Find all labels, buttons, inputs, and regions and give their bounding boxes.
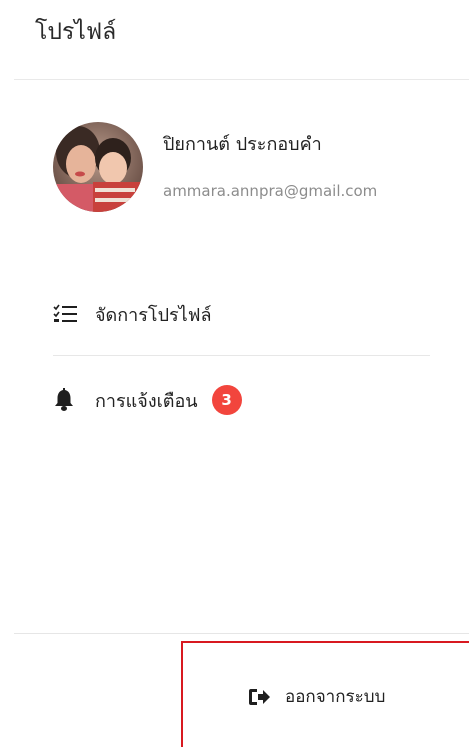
menu-manage-profile[interactable]: จัดการโปรไฟล์ (53, 294, 212, 334)
bell-icon (53, 388, 79, 412)
menu-manage-profile-label: จัดการโปรไฟล์ (95, 304, 212, 326)
user-name: ปิยกานต์ ประกอบคำ (163, 134, 322, 155)
page-title: โปรไฟล์ (35, 19, 117, 45)
footer-divider (14, 633, 469, 634)
checklist-icon (53, 302, 79, 326)
notification-count-badge: 3 (211, 385, 242, 415)
profile-card: ปิยกานต์ ประกอบคำ ammara.annpra@gmail.co… (0, 110, 469, 250)
menu-notifications-label: การแจ้งเตือน (95, 390, 198, 412)
logout-label: ออกจากระบบ (285, 687, 386, 707)
menu-divider (53, 355, 430, 356)
sign-out-icon (249, 687, 271, 707)
header-divider (14, 79, 469, 80)
menu-notifications[interactable]: การแจ้งเตือน 3 (53, 380, 242, 420)
user-email: ammara.annpra@gmail.com (163, 182, 378, 200)
header: โปรไฟล์ (0, 0, 469, 80)
logout-button[interactable]: ออกจากระบบ (249, 683, 385, 710)
logout-highlight-box: ออกจากระบบ (181, 641, 469, 747)
avatar[interactable] (53, 122, 143, 212)
